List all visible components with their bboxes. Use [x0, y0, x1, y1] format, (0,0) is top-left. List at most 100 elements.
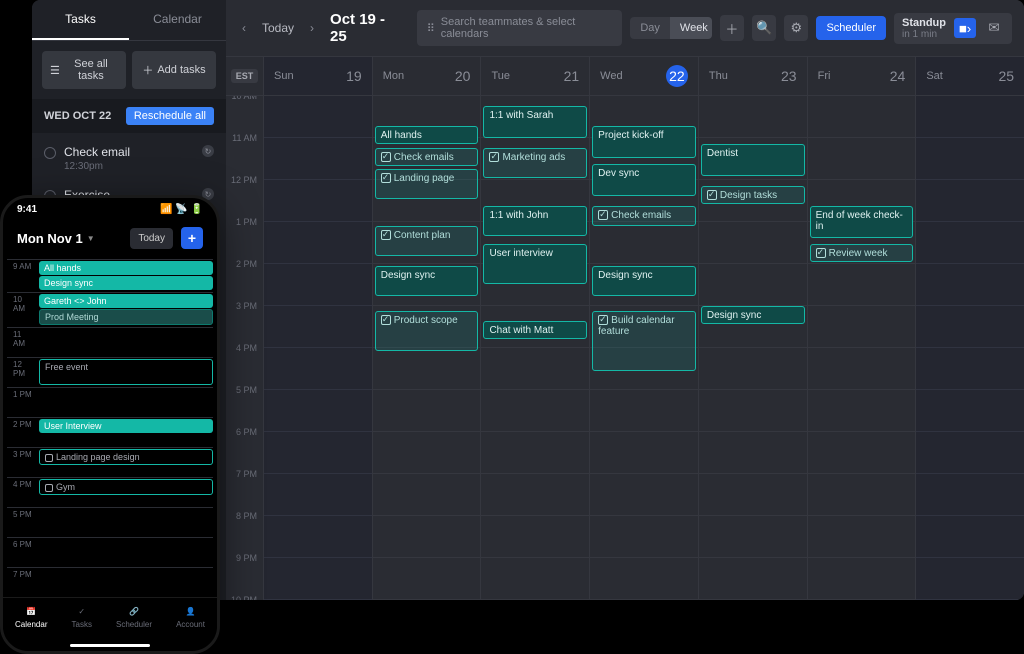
event-title: 1:1 with Sarah: [489, 110, 553, 121]
event-title: Design sync: [598, 270, 652, 281]
phone-slot[interactable]: All handsDesign sync: [39, 260, 213, 292]
event-title: Check emails: [611, 210, 671, 221]
standup-box[interactable]: Standup in 1 min ■› ✉: [894, 13, 1012, 44]
phone-tab-calendar[interactable]: 📅Calendar: [15, 604, 47, 629]
phone-slot[interactable]: [39, 568, 213, 597]
mobile-event[interactable]: Gareth <> John: [39, 294, 213, 308]
tab-calendar[interactable]: Calendar: [129, 0, 226, 40]
phone-tab-account[interactable]: 👤Account: [176, 604, 205, 629]
timezone-cell[interactable]: EST: [226, 57, 264, 95]
day-header[interactable]: Mon20: [373, 57, 482, 95]
day-column[interactable]: End of week check-in Review week: [808, 96, 917, 600]
day-header[interactable]: Sun19: [264, 57, 373, 95]
mobile-event[interactable]: Landing page design: [39, 449, 213, 465]
phone-slot[interactable]: [39, 328, 213, 357]
phone-slot[interactable]: User Interview: [39, 418, 213, 447]
calendar-event[interactable]: Check emails: [375, 148, 479, 166]
calendar-event[interactable]: Chat with Matt: [483, 321, 587, 339]
phone-tab-scheduler[interactable]: 🔗Scheduler: [116, 604, 152, 629]
phone-time-label: 2 PM: [7, 418, 39, 447]
standup-time: in 1 min: [902, 29, 946, 40]
search-button[interactable]: 🔍: [752, 15, 776, 41]
next-arrow[interactable]: ›: [306, 17, 318, 39]
mobile-event[interactable]: Prod Meeting: [39, 309, 213, 325]
tab-tasks[interactable]: Tasks: [32, 0, 129, 40]
day-column[interactable]: Project kick-off Dev sync Check emails Desi…: [590, 96, 699, 600]
calendar-event[interactable]: Marketing ads: [483, 148, 587, 178]
calendar-event[interactable]: Design tasks: [701, 186, 805, 204]
calendar-event[interactable]: Dev sync: [592, 164, 696, 196]
prev-arrow[interactable]: ‹: [238, 17, 250, 39]
week-view-button[interactable]: Week: [670, 17, 712, 39]
event-title: Gareth <> John: [44, 296, 107, 306]
phone-today-button[interactable]: Today: [130, 228, 173, 249]
time-label: 12 PM: [226, 180, 263, 222]
mobile-event[interactable]: Free event: [39, 359, 213, 385]
check-icon: [381, 152, 391, 162]
task-radio[interactable]: [44, 147, 56, 159]
date-range: Oct 19 - 25: [330, 11, 401, 45]
day-header[interactable]: Wed22: [590, 57, 699, 95]
phone-hour-row: 3 PMLanding page design: [7, 447, 213, 477]
scheduler-button[interactable]: Scheduler: [816, 16, 886, 40]
calendar-event[interactable]: Landing page: [375, 169, 479, 199]
calendar-event[interactable]: Design sync: [592, 266, 696, 296]
calendar-event[interactable]: 1:1 with Sarah: [483, 106, 587, 138]
task-item[interactable]: Check email 12:30pm ↻: [32, 137, 226, 180]
phone-slot[interactable]: [39, 508, 213, 537]
day-view-button[interactable]: Day: [630, 17, 670, 39]
phone-tab-tasks[interactable]: ✓Tasks: [72, 604, 92, 629]
day-header[interactable]: Thu23: [699, 57, 808, 95]
calendar-event[interactable]: Project kick-off: [592, 126, 696, 158]
calendar-event[interactable]: Design sync: [375, 266, 479, 296]
event-title: Check emails: [394, 152, 454, 163]
day-column[interactable]: Dentist Design tasks Design sync: [699, 96, 808, 600]
mobile-event[interactable]: Design sync: [39, 276, 213, 290]
mobile-event[interactable]: Gym: [39, 479, 213, 495]
see-all-tasks-button[interactable]: ☰ See all tasks: [42, 51, 126, 89]
phone-slot[interactable]: Gareth <> John Prod Meeting: [39, 293, 213, 327]
calendar-event[interactable]: Check emails: [592, 206, 696, 226]
time-label: 11 AM: [226, 138, 263, 180]
phone-slot[interactable]: Landing page design: [39, 448, 213, 477]
day-column[interactable]: 1:1 with Sarah Marketing ads 1:1 with John…: [481, 96, 590, 600]
search-input[interactable]: ⠿ Search teammates & select calendars: [417, 10, 623, 46]
calendar-event[interactable]: Review week: [810, 244, 914, 262]
phone-slot[interactable]: Gym: [39, 478, 213, 507]
calendar-event[interactable]: Design sync: [701, 306, 805, 324]
calendar-event[interactable]: Product scope: [375, 311, 479, 351]
plus-icon: ＋: [725, 19, 738, 38]
calendar-event[interactable]: Build calendar feature: [592, 311, 696, 371]
phone-slot[interactable]: Free event: [39, 358, 213, 387]
settings-button[interactable]: ⚙: [784, 15, 808, 41]
home-indicator: [70, 644, 150, 647]
mobile-event[interactable]: All hands: [39, 261, 213, 275]
reschedule-button[interactable]: Reschedule all: [126, 107, 214, 125]
calendar-event[interactable]: All hands: [375, 126, 479, 144]
add-button[interactable]: ＋: [720, 15, 744, 41]
calendar-event[interactable]: User interview: [483, 244, 587, 284]
mobile-event[interactable]: User Interview: [39, 419, 213, 433]
phone-slot[interactable]: [39, 538, 213, 567]
phone-slot[interactable]: [39, 388, 213, 417]
day-column[interactable]: [916, 96, 1024, 600]
calendar-event[interactable]: Dentist: [701, 144, 805, 176]
day-header[interactable]: Tue21: [481, 57, 590, 95]
calendar-event[interactable]: Content plan: [375, 226, 479, 256]
video-button[interactable]: ■›: [954, 18, 976, 38]
today-link[interactable]: Today: [262, 21, 294, 35]
add-tasks-button[interactable]: ＋ Add tasks: [132, 51, 216, 89]
day-name: Tue: [491, 70, 510, 82]
calendar-event[interactable]: 1:1 with John: [483, 206, 587, 236]
day-header[interactable]: Fri24: [808, 57, 917, 95]
phone-add-button[interactable]: +: [181, 227, 203, 249]
calendar-event[interactable]: End of week check-in: [810, 206, 914, 238]
day-column[interactable]: All hands Check emails Landing page Content…: [373, 96, 482, 600]
day-header[interactable]: Sat25: [916, 57, 1024, 95]
phone-notch: [60, 198, 160, 218]
day-column[interactable]: [264, 96, 373, 600]
event-title: Design sync: [707, 310, 761, 321]
phone-date[interactable]: Mon Nov 1 ▼: [17, 231, 95, 246]
mail-button[interactable]: ✉: [984, 18, 1004, 38]
event-title: User Interview: [44, 421, 102, 431]
